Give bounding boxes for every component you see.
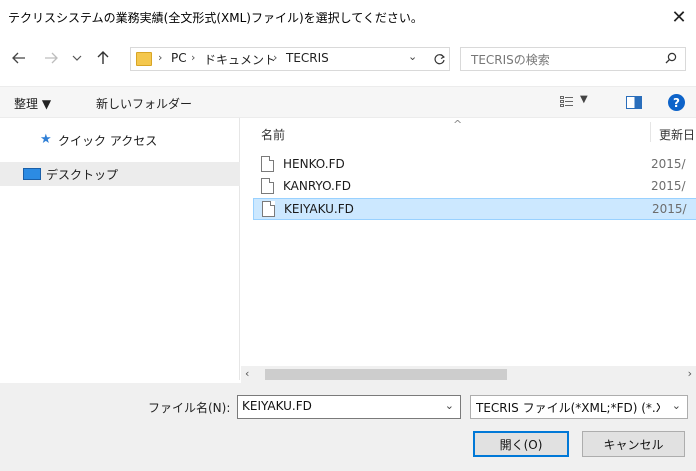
filetype-select[interactable]: TECRIS ファイル(*XML;*FD) (*.XML;*FD) ⌄: [470, 395, 688, 419]
file-name: KANRYO.FD: [283, 179, 352, 193]
breadcrumb-tecris[interactable]: TECRIS: [286, 51, 329, 65]
address-bar[interactable]: › PC › ドキュメント › TECRIS ⌄: [130, 47, 450, 71]
breadcrumb-pc[interactable]: PC: [171, 51, 187, 65]
back-arrow-icon: [12, 52, 25, 64]
horizontal-scrollbar[interactable]: ‹ ›: [241, 366, 696, 383]
column-header-date[interactable]: 更新日: [659, 126, 695, 143]
column-header-name[interactable]: 名前: [261, 126, 285, 143]
forward-arrow-icon: [45, 52, 58, 64]
view-options-icon[interactable]: [560, 96, 574, 108]
dialog-footer: ファイル名(N): KEIYAKU.FD ⌄ TECRIS ファイル(*XML;…: [0, 383, 696, 471]
navigation-pane: ★ クイック アクセス デスクトップ: [0, 118, 240, 380]
star-icon: ★: [40, 132, 52, 147]
search-placeholder: TECRISの検索: [471, 53, 550, 67]
file-name: KEIYAKU.FD: [284, 202, 354, 216]
open-button[interactable]: 開く(O): [473, 431, 569, 457]
navigation-bar: › PC › ドキュメント › TECRIS ⌄ TECRISの検索: [0, 44, 696, 74]
file-date: 2015/: [651, 157, 686, 171]
recent-locations-button[interactable]: [66, 46, 88, 70]
help-icon[interactable]: ?: [668, 94, 685, 111]
window-title: テクリスシステムの業務実績(全文形式(XML)ファイル)を選択してください。: [8, 11, 423, 25]
breadcrumb-separator-icon: ›: [191, 51, 196, 64]
file-icon: [262, 201, 275, 217]
preview-pane-icon[interactable]: [626, 96, 642, 109]
sidebar-item-label: クイック アクセス: [58, 134, 158, 148]
filetype-value: TECRIS ファイル(*XML;*FD) (*.XML;*FD): [476, 401, 660, 415]
desktop-icon: [23, 168, 41, 180]
file-row[interactable]: KEIYAKU.FD 2015/: [253, 198, 696, 220]
cancel-button[interactable]: キャンセル: [582, 431, 685, 457]
breadcrumb-documents[interactable]: ドキュメント: [204, 51, 276, 68]
up-arrow-icon: [97, 51, 109, 64]
title-bar: テクリスシステムの業務実績(全文形式(XML)ファイル)を選択してください。 ✕: [0, 0, 696, 34]
organize-menu[interactable]: 整理 ▼: [14, 95, 51, 112]
chevron-down-icon: [72, 55, 82, 61]
chevron-down-icon[interactable]: ⌄: [445, 399, 454, 412]
column-divider[interactable]: [650, 122, 651, 142]
back-button[interactable]: [8, 46, 30, 70]
file-date: 2015/: [652, 202, 687, 216]
filename-value: KEIYAKU.FD: [242, 399, 312, 413]
file-icon: [261, 178, 274, 194]
sidebar-item-desktop[interactable]: デスクトップ: [0, 162, 240, 186]
view-dropdown-icon[interactable]: ▼: [580, 94, 588, 105]
file-name: HENKO.FD: [283, 157, 345, 171]
file-icon: [261, 156, 274, 172]
filename-input[interactable]: KEIYAKU.FD ⌄: [237, 395, 461, 419]
folder-icon: [136, 52, 152, 66]
refresh-icon: [433, 53, 445, 64]
refresh-button[interactable]: [429, 49, 449, 69]
file-row[interactable]: HENKO.FD 2015/: [253, 154, 696, 176]
file-row[interactable]: KANRYO.FD 2015/: [253, 176, 696, 198]
forward-button[interactable]: [40, 46, 62, 70]
scroll-right-icon[interactable]: ›: [688, 367, 692, 380]
scroll-left-icon[interactable]: ‹: [245, 367, 249, 380]
up-button[interactable]: [92, 46, 114, 70]
sort-ascending-icon: ^: [453, 118, 463, 131]
filename-label: ファイル名(N):: [148, 401, 231, 415]
close-button[interactable]: ✕: [662, 0, 696, 34]
new-folder-button[interactable]: 新しいフォルダー: [96, 95, 192, 112]
breadcrumb-separator-icon: ›: [273, 51, 278, 64]
address-dropdown-icon[interactable]: ⌄: [408, 50, 417, 63]
chevron-down-icon: ⌄: [671, 399, 681, 412]
breadcrumb-separator-icon: ›: [158, 51, 163, 64]
search-icon[interactable]: [665, 52, 677, 64]
search-input[interactable]: TECRISの検索: [460, 47, 686, 71]
file-date: 2015/: [651, 179, 686, 193]
scrollbar-thumb[interactable]: [265, 369, 507, 380]
file-list: ^ 名前 更新日 HENKO.FD 2015/ KANRYO.FD 2015/ …: [241, 118, 696, 366]
sidebar-item-label: デスクトップ: [46, 168, 119, 182]
sidebar-item-quick-access[interactable]: ★ クイック アクセス: [0, 128, 240, 152]
command-toolbar: 整理 ▼ 新しいフォルダー ▼ ?: [0, 86, 696, 118]
